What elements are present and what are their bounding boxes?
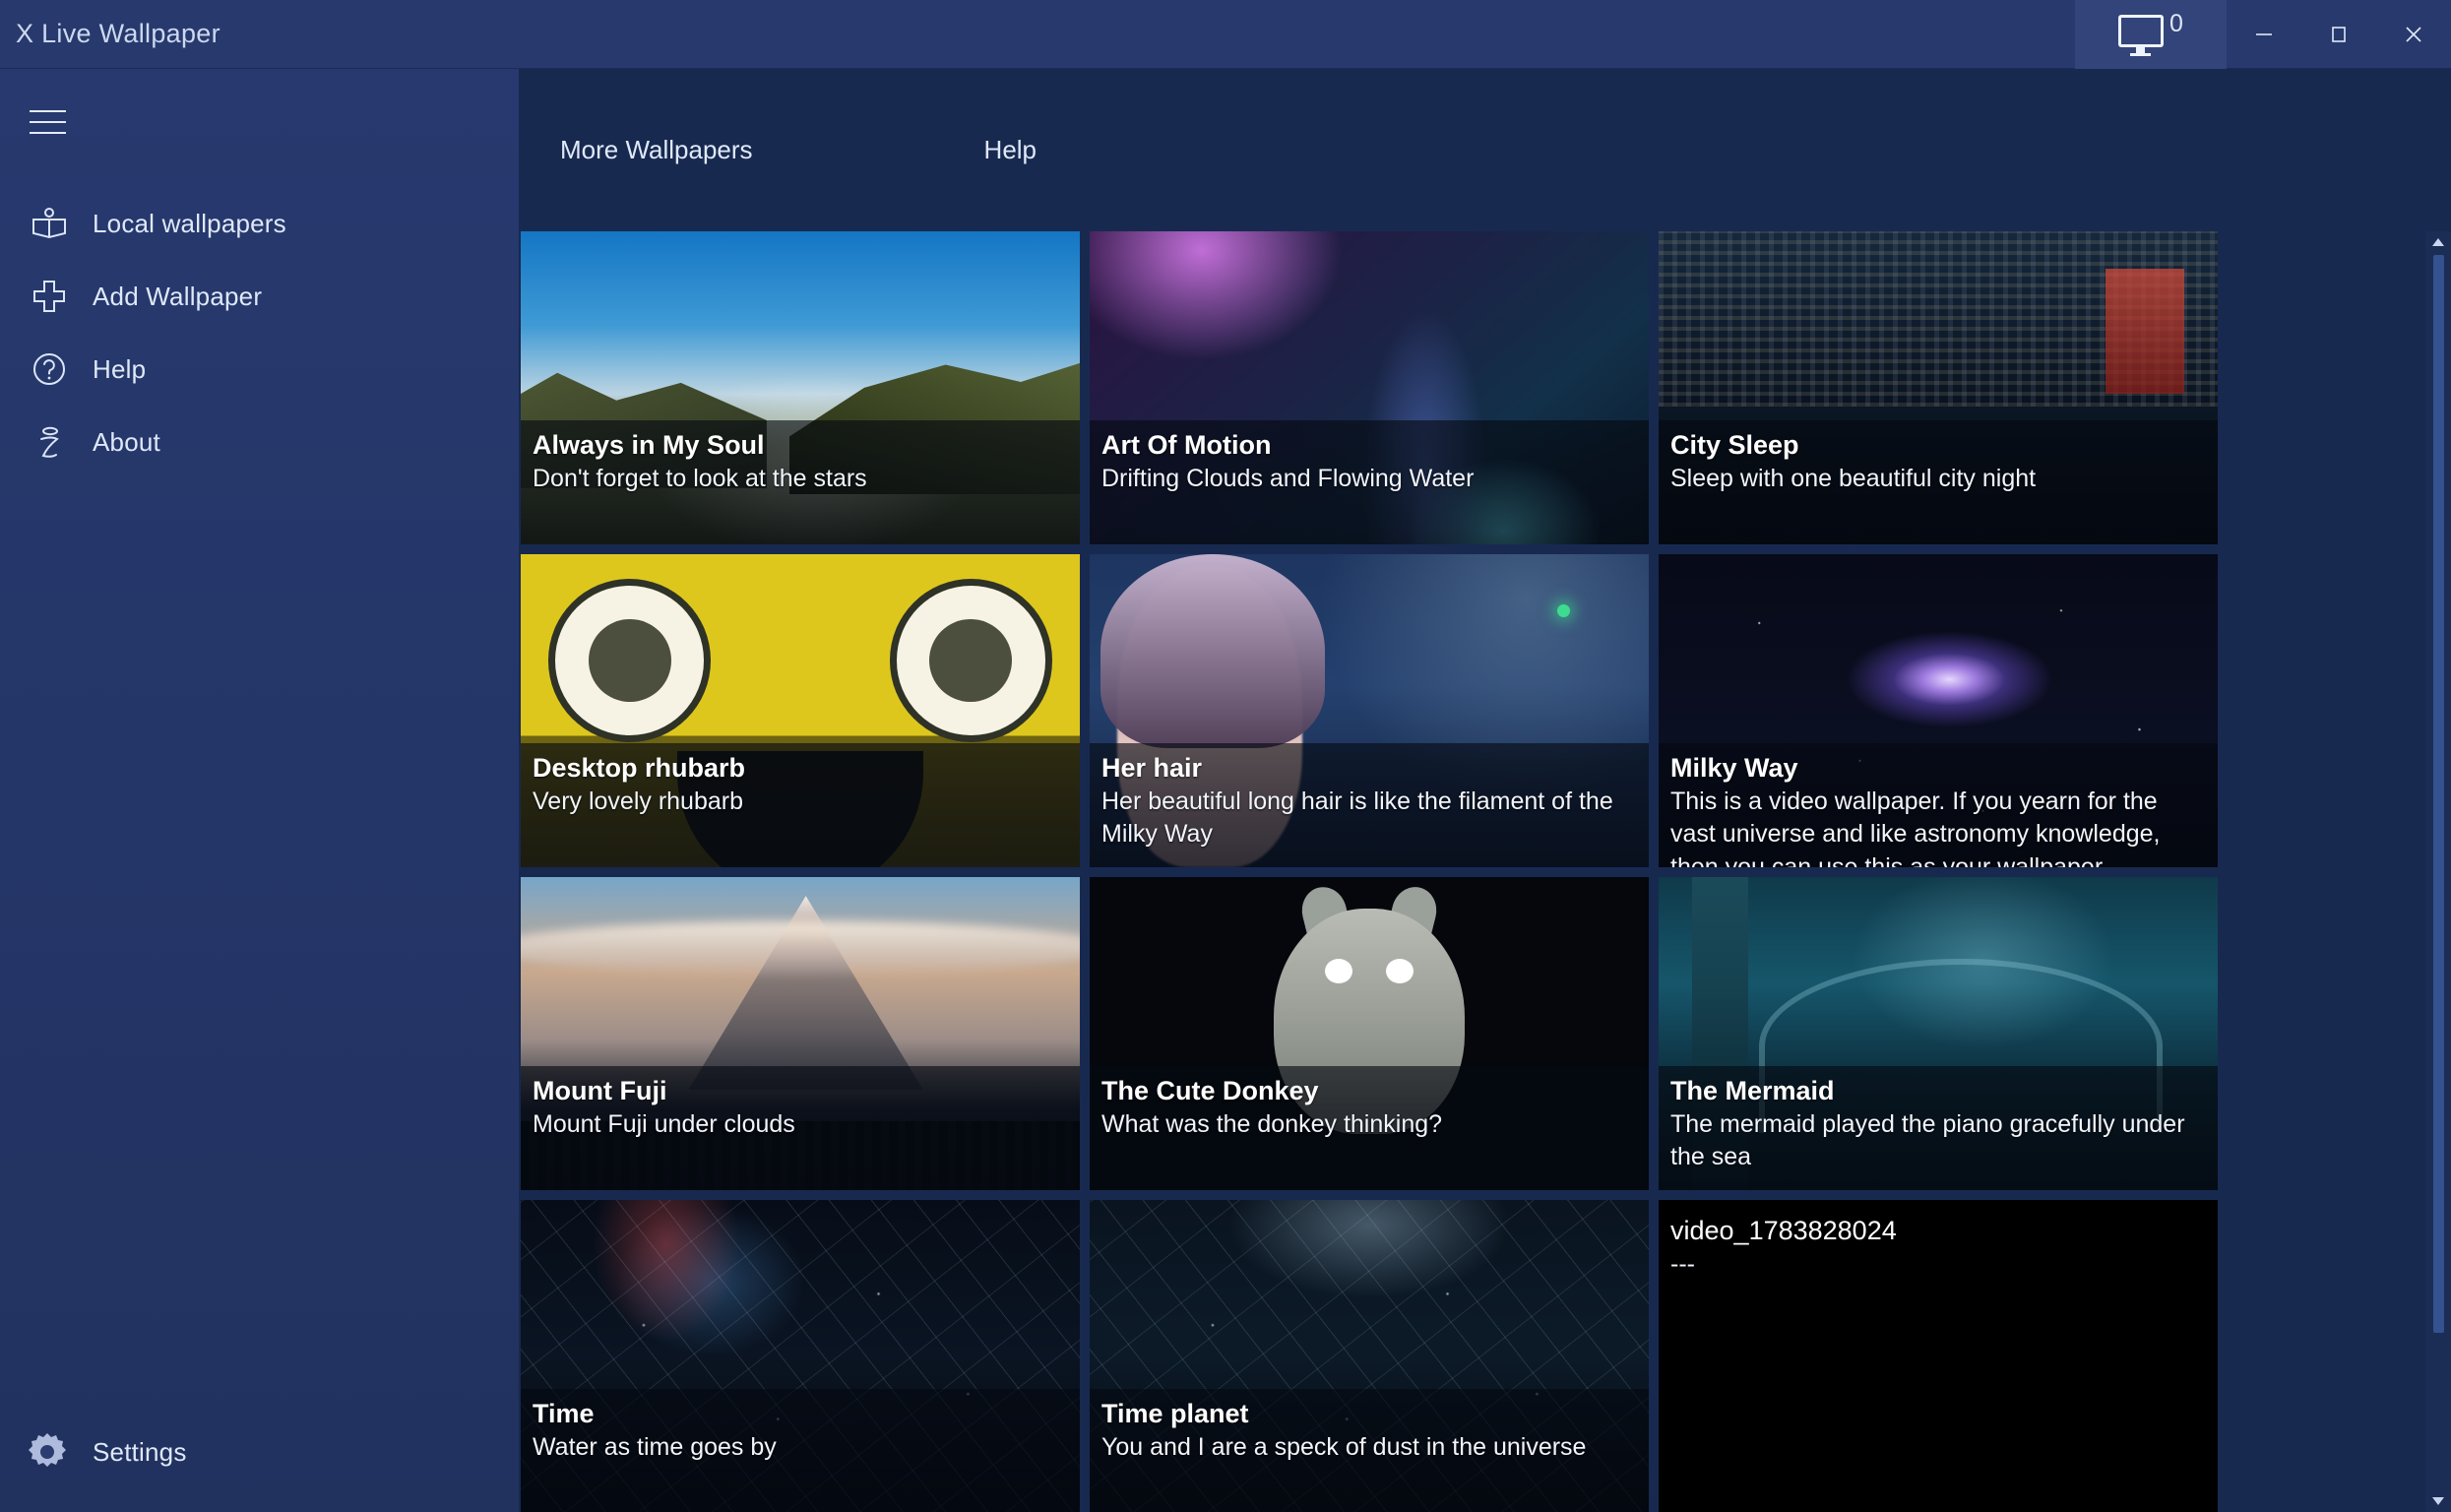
wallpaper-desc: The mermaid played the piano gracefully … bbox=[1670, 1108, 2204, 1174]
wallpaper-card[interactable]: City Sleep Sleep with one beautiful city… bbox=[1659, 231, 2218, 544]
sidebar-item-about[interactable]: About bbox=[0, 406, 519, 478]
wallpaper-caption: Desktop rhubarb Very lovely rhubarb bbox=[521, 743, 1080, 867]
wallpaper-card[interactable]: video_1783828024 --- bbox=[1659, 1200, 2218, 1512]
wallpaper-card[interactable]: Time Water as time goes by bbox=[521, 1200, 1080, 1512]
close-button[interactable] bbox=[2376, 0, 2451, 69]
wallpaper-title: Art Of Motion bbox=[1101, 430, 1635, 460]
sidebar-item-label: Local wallpapers bbox=[93, 209, 286, 239]
wallpaper-caption: Mount Fuji Mount Fuji under clouds bbox=[521, 1066, 1080, 1190]
wallpaper-card[interactable]: The Mermaid The mermaid played the piano… bbox=[1659, 877, 2218, 1190]
wallpaper-caption: Her hair Her beautiful long hair is like… bbox=[1090, 743, 1649, 867]
wallpaper-title: The Mermaid bbox=[1670, 1076, 2204, 1105]
help-link[interactable]: Help bbox=[984, 135, 1037, 165]
wallpaper-title: Time bbox=[533, 1399, 1066, 1428]
wallpaper-caption: video_1783828024 --- bbox=[1659, 1200, 2218, 1512]
wallpaper-card[interactable]: Always in My Soul Don't forget to look a… bbox=[521, 231, 1080, 544]
wallpaper-title: Milky Way bbox=[1670, 753, 2204, 783]
wallpaper-desc: This is a video wallpaper. If you yearn … bbox=[1670, 786, 2204, 867]
wallpaper-desc: Sleep with one beautiful city night bbox=[1670, 463, 2204, 495]
wallpaper-caption: Always in My Soul Don't forget to look a… bbox=[521, 420, 1080, 544]
sidebar-nav: Local wallpapers Add Wallpaper bbox=[0, 187, 519, 478]
wallpaper-title: Desktop rhubarb bbox=[533, 753, 1066, 783]
gear-icon bbox=[22, 1426, 73, 1478]
sidebar-item-label: Add Wallpaper bbox=[93, 282, 262, 312]
main-content: More Wallpapers Help Always in My Soul D… bbox=[519, 69, 2451, 1512]
sidebar-spacer bbox=[0, 478, 519, 1410]
wallpaper-caption: The Cute Donkey What was the donkey thin… bbox=[1090, 1066, 1649, 1190]
wallpaper-title: City Sleep bbox=[1670, 430, 2204, 460]
wallpaper-card[interactable]: Time planet You and I are a speck of dus… bbox=[1090, 1200, 1649, 1512]
vertical-scrollbar[interactable] bbox=[2425, 231, 2451, 1512]
wallpaper-desc: --- bbox=[1670, 1248, 2204, 1281]
wallpaper-title: The Cute Donkey bbox=[1101, 1076, 1635, 1105]
monitor-count-value: 0 bbox=[2169, 10, 2183, 38]
minimize-button[interactable] bbox=[2227, 0, 2301, 69]
wallpaper-desc: Drifting Clouds and Flowing Water bbox=[1101, 463, 1635, 495]
settings-label: Settings bbox=[93, 1437, 187, 1468]
wallpaper-caption: The Mermaid The mermaid played the piano… bbox=[1659, 1066, 2218, 1190]
app-title: X Live Wallpaper bbox=[16, 19, 220, 49]
wallpaper-title: Time planet bbox=[1101, 1399, 1635, 1428]
wallpaper-desc: Don't forget to look at the stars bbox=[533, 463, 1066, 495]
sidebar-item-add-wallpaper[interactable]: Add Wallpaper bbox=[0, 260, 519, 333]
hamburger-menu-icon[interactable] bbox=[0, 83, 98, 161]
chevron-down-icon[interactable] bbox=[2425, 1490, 2451, 1512]
wallpaper-title: Mount Fuji bbox=[533, 1076, 1066, 1105]
wallpaper-caption: Time planet You and I are a speck of dus… bbox=[1090, 1389, 1649, 1512]
wallpaper-card[interactable]: Mount Fuji Mount Fuji under clouds bbox=[521, 877, 1080, 1190]
decorative-eye bbox=[548, 579, 711, 741]
more-wallpapers-link[interactable]: More Wallpapers bbox=[560, 135, 753, 165]
maximize-button[interactable] bbox=[2301, 0, 2376, 69]
wallpaper-grid-scroll-area: Always in My Soul Don't forget to look a… bbox=[519, 231, 2451, 1512]
sidebar-item-label: Help bbox=[93, 354, 146, 385]
decorative-eye bbox=[890, 579, 1052, 741]
wallpaper-title: Her hair bbox=[1101, 753, 1635, 783]
title-bar: X Live Wallpaper 0 bbox=[0, 0, 2451, 69]
app-window: X Live Wallpaper 0 bbox=[0, 0, 2451, 1512]
wallpaper-card[interactable]: Art Of Motion Drifting Clouds and Flowin… bbox=[1090, 231, 1649, 544]
wallpaper-desc: Water as time goes by bbox=[533, 1431, 1066, 1464]
monitor-icon bbox=[2118, 13, 2166, 56]
chevron-up-icon[interactable] bbox=[2425, 231, 2451, 253]
wallpaper-caption: Art Of Motion Drifting Clouds and Flowin… bbox=[1090, 420, 1649, 544]
plus-icon bbox=[28, 275, 71, 318]
wallpaper-caption: Milky Way This is a video wallpaper. If … bbox=[1659, 743, 2218, 867]
sidebar-item-settings[interactable]: Settings bbox=[0, 1410, 519, 1494]
top-navigation: More Wallpapers Help bbox=[519, 69, 2451, 231]
wallpaper-card[interactable]: Milky Way This is a video wallpaper. If … bbox=[1659, 554, 2218, 867]
wallpaper-desc: What was the donkey thinking? bbox=[1101, 1108, 1635, 1141]
wallpaper-card[interactable]: Desktop rhubarb Very lovely rhubarb bbox=[521, 554, 1080, 867]
wallpaper-desc: Very lovely rhubarb bbox=[533, 786, 1066, 818]
wallpaper-desc: Mount Fuji under clouds bbox=[533, 1108, 1066, 1141]
monitor-count-button[interactable]: 0 bbox=[2075, 0, 2227, 69]
book-person-icon bbox=[28, 202, 71, 245]
wallpaper-desc: You and I are a speck of dust in the uni… bbox=[1101, 1431, 1635, 1464]
question-circle-icon bbox=[28, 347, 71, 391]
sidebar: Local wallpapers Add Wallpaper bbox=[0, 69, 519, 1512]
wallpaper-grid: Always in My Soul Don't forget to look a… bbox=[519, 231, 2451, 1512]
wallpaper-caption: City Sleep Sleep with one beautiful city… bbox=[1659, 420, 2218, 544]
wallpaper-card[interactable]: Her hair Her beautiful long hair is like… bbox=[1090, 554, 1649, 867]
wallpaper-desc: Her beautiful long hair is like the fila… bbox=[1101, 786, 1635, 851]
scrollbar-thumb[interactable] bbox=[2433, 255, 2444, 1333]
sidebar-item-local-wallpapers[interactable]: Local wallpapers bbox=[0, 187, 519, 260]
wallpaper-title: Always in My Soul bbox=[533, 430, 1066, 460]
wallpaper-card[interactable]: The Cute Donkey What was the donkey thin… bbox=[1090, 877, 1649, 1190]
wallpaper-caption: Time Water as time goes by bbox=[521, 1389, 1080, 1512]
sidebar-item-help[interactable]: Help bbox=[0, 333, 519, 406]
wallpaper-title: video_1783828024 bbox=[1670, 1216, 2204, 1245]
sidebar-item-label: About bbox=[93, 427, 160, 458]
info-icon bbox=[28, 420, 71, 464]
